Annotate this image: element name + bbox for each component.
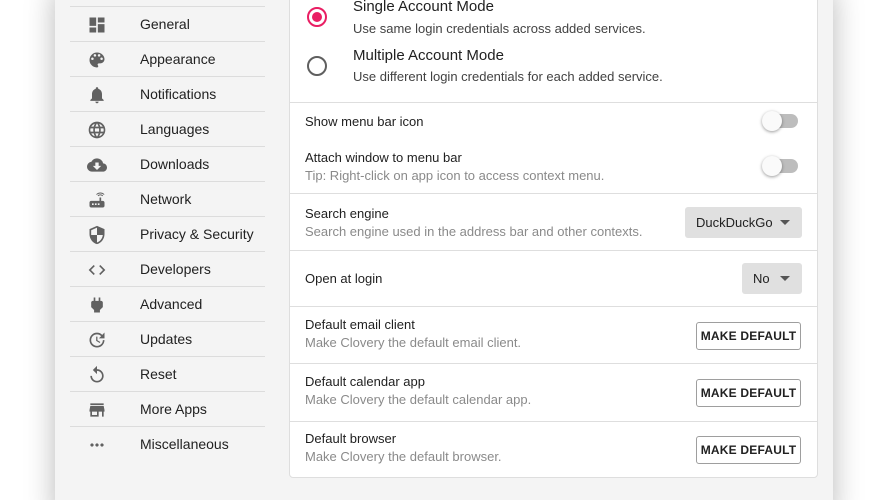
sidebar-item-label: General [140, 16, 190, 32]
sidebar-item-label: Updates [140, 331, 193, 347]
default-calendar-section: Default calendar app Make Clovery the de… [290, 363, 817, 421]
sidebar: General Appearance Notifications Languag… [70, 6, 265, 461]
sidebar-item-label: Appearance [140, 51, 216, 67]
sidebar-item-label: Reset [140, 366, 177, 382]
make-default-calendar-button[interactable]: MAKE DEFAULT [696, 379, 801, 407]
multiple-account-description: Use different login credentials for each… [353, 69, 663, 84]
plug-icon [87, 295, 107, 315]
open-at-login-select[interactable]: No [742, 263, 802, 294]
code-icon [87, 260, 107, 280]
show-menu-bar-icon-title: Show menu bar icon [305, 114, 424, 129]
sidebar-item-label: Notifications [140, 86, 217, 102]
sidebar-item-label: Downloads [140, 156, 210, 172]
sidebar-item-more-apps[interactable]: More Apps [70, 391, 265, 426]
search-engine-select[interactable]: DuckDuckGo [685, 207, 802, 238]
sidebar-item-appearance[interactable]: Appearance [70, 41, 265, 76]
sidebar-item-updates[interactable]: Updates [70, 321, 265, 356]
globe-icon [87, 120, 107, 140]
sidebar-item-reset[interactable]: Reset [70, 356, 265, 391]
sidebar-item-network[interactable]: Network [70, 181, 265, 216]
default-browser-section: Default browser Make Clovery the default… [290, 421, 817, 479]
palette-icon [87, 50, 107, 70]
default-calendar-title: Default calendar app [305, 374, 425, 389]
attach-window-description: Tip: Right-click on app icon to access c… [305, 168, 605, 183]
make-default-browser-button[interactable]: MAKE DEFAULT [696, 436, 801, 464]
search-engine-section: Search engine Search engine used in the … [290, 193, 817, 251]
show-menu-bar-icon-toggle[interactable] [762, 111, 798, 131]
make-default-email-button[interactable]: MAKE DEFAULT [696, 322, 801, 350]
dashboard-icon [87, 15, 107, 35]
account-mode-section: Single Account Mode Use same login crede… [290, 0, 817, 103]
sidebar-item-privacy-security[interactable]: Privacy & Security [70, 216, 265, 251]
cloud-download-icon [87, 155, 107, 175]
update-icon [87, 330, 107, 350]
toggle-knob [762, 111, 782, 131]
shield-icon [87, 225, 107, 245]
sidebar-item-label: Developers [140, 261, 211, 277]
open-at-login-value: No [753, 271, 770, 286]
more-horiz-icon [87, 435, 107, 455]
sidebar-item-label: Miscellaneous [140, 436, 229, 452]
sidebar-item-advanced[interactable]: Advanced [70, 286, 265, 321]
attach-window-toggle[interactable] [762, 156, 798, 176]
default-browser-description: Make Clovery the default browser. [305, 449, 502, 464]
sidebar-item-label: Advanced [140, 296, 203, 312]
bell-icon [87, 85, 107, 105]
sidebar-item-languages[interactable]: Languages [70, 111, 265, 146]
default-calendar-description: Make Clovery the default calendar app. [305, 392, 532, 407]
sidebar-item-notifications[interactable]: Notifications [70, 76, 265, 111]
default-email-description: Make Clovery the default email client. [305, 335, 522, 350]
search-engine-title: Search engine [305, 206, 389, 221]
default-email-title: Default email client [305, 317, 415, 332]
sidebar-item-label: Privacy & Security [140, 226, 254, 242]
open-at-login-section: Open at login No [290, 250, 817, 307]
store-icon [87, 400, 107, 420]
chevron-down-icon [780, 220, 790, 225]
menu-bar-section: Show menu bar icon Attach window to menu… [290, 102, 817, 194]
default-email-section: Default email client Make Clovery the de… [290, 306, 817, 364]
search-engine-description: Search engine used in the address bar an… [305, 224, 643, 239]
sidebar-item-label: Languages [140, 121, 210, 137]
sidebar-item-label: More Apps [140, 401, 207, 417]
toggle-knob [762, 156, 782, 176]
single-account-radio[interactable] [307, 7, 327, 27]
single-account-title: Single Account Mode [353, 0, 494, 15]
sidebar-item-developers[interactable]: Developers [70, 251, 265, 286]
router-icon [87, 190, 107, 210]
settings-card: Single Account Mode Use same login crede… [289, 0, 818, 478]
chevron-down-icon [780, 276, 790, 281]
reset-icon [87, 365, 107, 385]
search-engine-value: DuckDuckGo [696, 215, 773, 230]
multiple-account-title: Multiple Account Mode [353, 47, 504, 64]
sidebar-item-general[interactable]: General [70, 6, 265, 41]
single-account-description: Use same login credentials across added … [353, 21, 646, 36]
sidebar-item-miscellaneous[interactable]: Miscellaneous [70, 426, 265, 461]
sidebar-item-label: Network [140, 191, 192, 207]
attach-window-title: Attach window to menu bar [305, 150, 462, 165]
sidebar-item-downloads[interactable]: Downloads [70, 146, 265, 181]
open-at-login-title: Open at login [305, 271, 383, 286]
default-browser-title: Default browser [305, 431, 397, 446]
multiple-account-radio[interactable] [307, 56, 327, 76]
